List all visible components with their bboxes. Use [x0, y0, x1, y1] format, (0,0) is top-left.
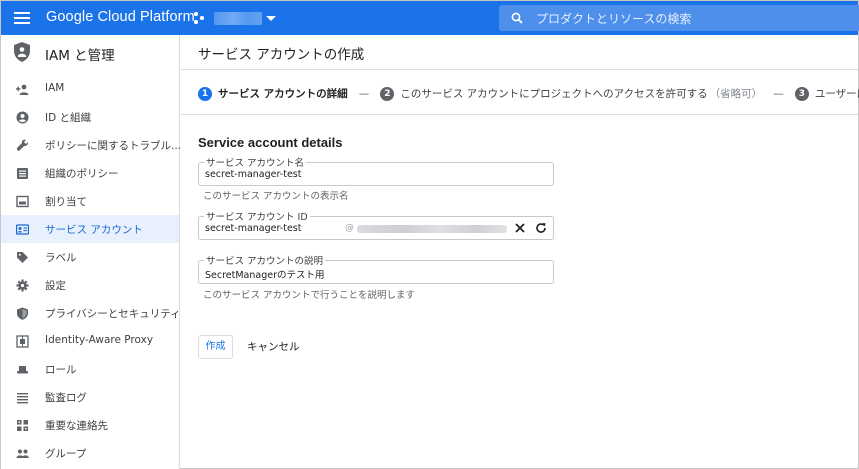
- sidebar-item-iam[interactable]: IAM: [1, 75, 179, 103]
- list-alt-icon: [17, 168, 28, 179]
- sidebar-item-label: 割り当て: [45, 196, 87, 208]
- project-selector[interactable]: [214, 12, 262, 25]
- sidebar-item-label: 監査ログ: [45, 392, 87, 404]
- sidebar-item-label: プライバシーとセキュリティ: [45, 308, 181, 320]
- field-hint: このサービス アカウントで行うことを説明します: [203, 290, 416, 301]
- sidebar-header: IAM と管理: [1, 35, 180, 69]
- field-hint: このサービス アカウントの表示名: [203, 191, 349, 202]
- close-icon[interactable]: [514, 222, 526, 234]
- sidebar-item-identity-org[interactable]: ID と組織: [1, 103, 179, 131]
- sidebar-item-labels[interactable]: ラベル: [1, 243, 179, 271]
- sidebar-item-label: グループ: [45, 448, 87, 460]
- sidebar-item-label: ロール: [45, 364, 77, 376]
- step-label: このサービス アカウントにプロジェクトへのアクセスを許可する: [400, 88, 708, 100]
- wrench-icon: [17, 139, 29, 151]
- hamburger-menu-icon[interactable]: [14, 12, 30, 24]
- sidebar-item-audit-logs[interactable]: 監査ログ: [1, 383, 179, 411]
- field-label: サービス アカウントの説明: [204, 253, 326, 267]
- header-divider: [181, 69, 858, 70]
- search-icon: [511, 12, 523, 24]
- field-label: サービス アカウント名: [204, 155, 307, 169]
- search-box[interactable]: プロダクトとリソースの検索: [499, 5, 859, 31]
- create-button[interactable]: 作成: [198, 335, 233, 359]
- sidebar-item-org-policies[interactable]: 組織のポリシー: [1, 159, 179, 187]
- page-title: サービス アカウントの作成: [198, 47, 365, 63]
- section-title: Service account details: [198, 135, 343, 150]
- service-account-id-field[interactable]: サービス アカウント ID secret-manager-test @: [198, 209, 554, 240]
- field-label: サービス アカウント ID: [204, 209, 310, 223]
- step-separator: —: [358, 87, 370, 100]
- product-brand[interactable]: Google Cloud Platform: [46, 9, 195, 25]
- sidebar-title: IAM と管理: [45, 48, 115, 64]
- at-sign: @: [345, 223, 354, 233]
- sidebar-item-label: IAM: [45, 82, 65, 94]
- step-number: 1: [198, 86, 212, 101]
- sidebar-item-essential-contacts[interactable]: 重要な連絡先: [1, 411, 179, 439]
- top-app-bar: Google Cloud Platform プロダクトとリソースの検索: [1, 1, 859, 35]
- step-1[interactable]: 1 サービス アカウントの詳細: [198, 83, 353, 101]
- main-content: サービス アカウントの作成 1 サービス アカウントの詳細 — 2 このサービス ア…: [181, 35, 859, 469]
- sidebar-item-roles[interactable]: ロール: [1, 355, 179, 383]
- iam-shield-icon: [14, 42, 30, 62]
- field-value[interactable]: secret-manager-test: [205, 223, 301, 234]
- step-label: ユーザーにこ: [814, 88, 859, 100]
- sidebar-item-label: Identity-Aware Proxy: [45, 334, 154, 346]
- service-account-description-field[interactable]: サービス アカウントの説明 SecretManagerのテスト用: [198, 253, 554, 284]
- cancel-button[interactable]: キャンセル: [247, 335, 300, 359]
- step-optional-label: （省略可）: [709, 88, 763, 100]
- sidebar-nav: IAM ID と組織 ポリシーに関するトラブル... 組織のポリシー 割り当て …: [1, 75, 182, 467]
- account-circle-icon: [16, 111, 29, 124]
- search-input[interactable]: プロダクトとリソースの検索: [536, 10, 691, 27]
- stepper: 1 サービス アカウントの詳細 — 2 このサービス アカウントにプロジェクトへのア…: [198, 83, 859, 101]
- sidebar-item-label: ラベル: [45, 252, 77, 264]
- redacted-domain: [357, 225, 507, 233]
- sidebar-item-quotas[interactable]: 割り当て: [1, 187, 179, 215]
- sidebar-item-label: ID と組織: [45, 112, 92, 124]
- sidebar-item-settings[interactable]: 設定: [1, 271, 179, 299]
- step-separator: —: [773, 87, 784, 100]
- refresh-icon[interactable]: [535, 222, 547, 234]
- email-domain-suffix: @: [345, 223, 515, 235]
- sidebar-item-privacy-security[interactable]: プライバシーとセキュリティ: [1, 299, 181, 327]
- step-label: サービス アカウントの詳細: [218, 88, 348, 100]
- chevron-down-icon[interactable]: [266, 16, 276, 21]
- sidebar-item-label: 重要な連絡先: [45, 420, 108, 432]
- audit-list-icon: [17, 393, 28, 404]
- step-3[interactable]: 3 ユーザーにこ: [790, 83, 859, 101]
- project-hierarchy-icon[interactable]: [194, 12, 206, 24]
- sidebar-item-iap[interactable]: Identity-Aware Proxy: [1, 327, 179, 355]
- field-value[interactable]: SecretManagerのテスト用: [205, 267, 325, 281]
- contacts-icon: [17, 420, 28, 431]
- sidebar-item-label: サービス アカウント: [45, 224, 143, 236]
- shield-icon: [17, 307, 28, 320]
- group-icon: [16, 449, 29, 458]
- step-number: 3: [794, 86, 809, 101]
- service-account-name-field[interactable]: サービス アカウント名 secret-manager-test: [198, 155, 554, 186]
- sidebar: IAM と管理 IAM ID と組織 ポリシーに関するトラブル... 組織のポリ…: [1, 35, 182, 469]
- stepper-divider: [181, 114, 858, 115]
- gear-icon: [16, 279, 29, 292]
- sidebar-item-label: ポリシーに関するトラブル...: [45, 140, 182, 152]
- service-account-icon: [16, 224, 29, 235]
- step-2[interactable]: 2 このサービス アカウントにプロジェクトへのアクセスを許可する （省略可）: [375, 83, 767, 101]
- sidebar-item-service-accounts[interactable]: サービス アカウント: [1, 215, 179, 243]
- sidebar-item-groups[interactable]: グループ: [1, 439, 179, 467]
- sidebar-item-label: 設定: [45, 280, 66, 292]
- sidebar-item-policy-troubleshooter[interactable]: ポリシーに関するトラブル...: [1, 131, 182, 159]
- person-add-icon: [16, 84, 29, 95]
- iap-icon: [16, 335, 29, 348]
- quota-icon: [16, 195, 29, 208]
- label-icon: [17, 252, 28, 263]
- hat-icon: [17, 366, 28, 374]
- step-number: 2: [380, 86, 395, 101]
- sidebar-item-label: 組織のポリシー: [45, 168, 119, 180]
- field-value[interactable]: secret-manager-test: [205, 169, 301, 180]
